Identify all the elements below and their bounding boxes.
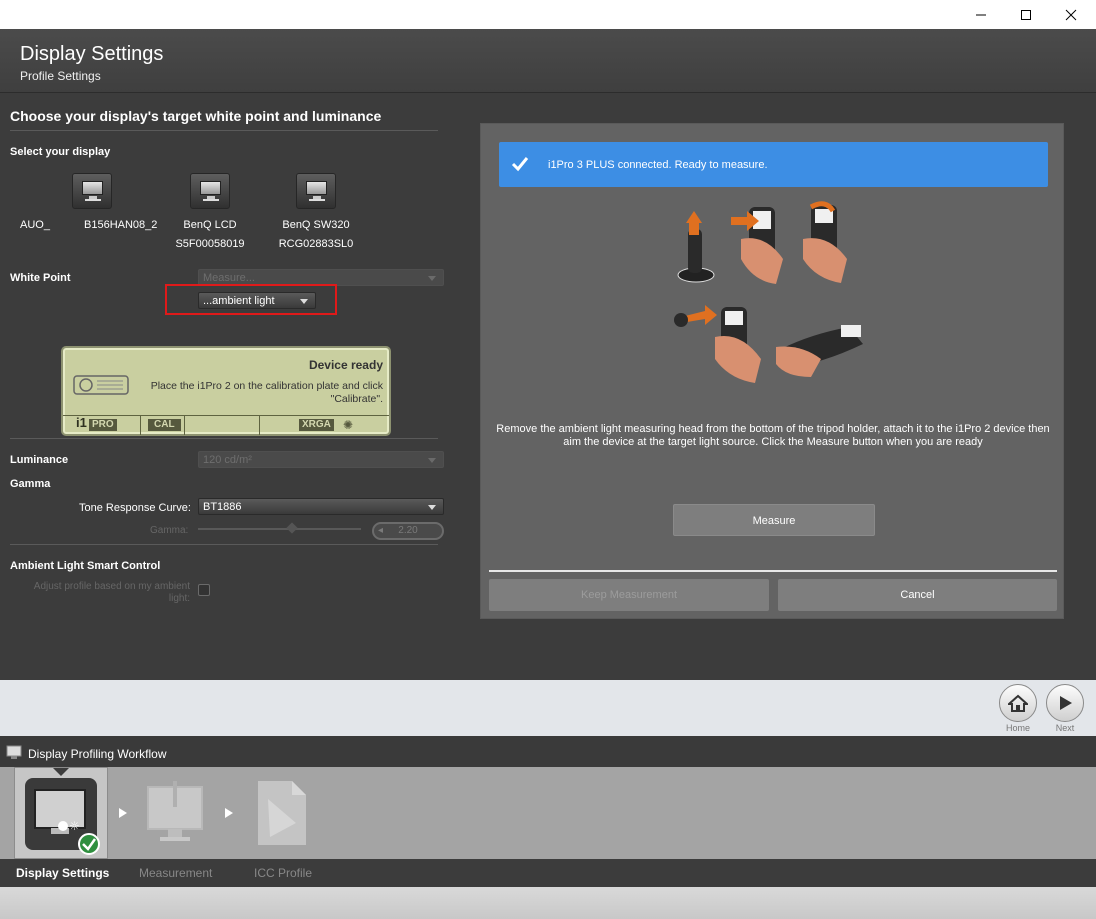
lcd-message: Place the i1Pro 2 on the calibration pla… xyxy=(150,380,383,405)
bulb-icon: ✺ xyxy=(343,418,354,432)
banner-text: i1Pro 3 PLUS connected. Ready to measure… xyxy=(548,159,768,171)
workflow-labels: Display Settings Measurement ICC Profile xyxy=(0,859,1096,887)
display-icon-benq-lcd[interactable] xyxy=(190,173,230,209)
display-label-benq-lcd: BenQ LCD xyxy=(183,219,237,231)
maximize-icon[interactable] xyxy=(1003,0,1048,29)
icc-profile-icon xyxy=(258,781,306,845)
measure-button[interactable]: Measure xyxy=(673,504,875,536)
gamma-value: 2.20 xyxy=(398,525,418,536)
display-label-auo-model: B156HAN08_2 xyxy=(84,219,158,231)
display-serial-benq-lcd: S5F00058019 xyxy=(175,238,245,250)
home-icon xyxy=(1008,694,1028,712)
lcd-pro-segment: PRO xyxy=(89,419,117,431)
projector-icon xyxy=(73,375,129,395)
luminance-select[interactable]: 120 cd/m² xyxy=(198,451,444,468)
status-banner: i1Pro 3 PLUS connected. Ready to measure… xyxy=(499,142,1048,187)
workflow-steps: ☼ xyxy=(0,767,1096,859)
bottom-bar xyxy=(0,887,1096,919)
page-subtitle: Profile Settings xyxy=(20,69,101,83)
display-label-benq-sw320: BenQ SW320 xyxy=(282,219,350,231)
step-icc-profile[interactable] xyxy=(252,779,312,849)
highlight-box xyxy=(165,284,337,315)
next-label: Next xyxy=(1055,723,1075,733)
lcd-xrga-segment: XRGA xyxy=(299,419,334,431)
lcd-title: Device ready xyxy=(308,358,383,372)
alsc-label: Ambient Light Smart Control xyxy=(10,560,161,572)
check-icon xyxy=(511,157,529,172)
white-point-label: White Point xyxy=(10,272,71,284)
settings-column: Choose your display's target white point… xyxy=(0,94,448,680)
step-display-settings[interactable]: ☼ xyxy=(14,767,108,859)
page-header: Display Settings Profile Settings xyxy=(0,29,1096,93)
step-label-icc-profile[interactable]: ICC Profile xyxy=(254,866,312,880)
navigation-bar: Home Next xyxy=(0,680,1096,736)
lcd-cal-segment: CAL xyxy=(148,419,181,431)
monitor-icon xyxy=(6,745,22,759)
divider xyxy=(10,544,438,545)
measurement-panel: i1Pro 3 PLUS connected. Ready to measure… xyxy=(480,123,1064,619)
instruction-line-2: aim the device at the target light sourc… xyxy=(563,436,983,448)
spin-left-icon[interactable]: ◂ xyxy=(378,524,383,538)
luminance-value: 120 cd/m² xyxy=(203,454,252,466)
keep-measurement-button[interactable]: Keep Measurement xyxy=(489,579,769,611)
panel-divider xyxy=(489,570,1057,572)
svg-text:☼: ☼ xyxy=(69,819,80,833)
lcd-status-bar: i1 PRO CAL XRGA ✺ xyxy=(63,415,389,435)
adjust-profile-label: Adjust profile based on my ambient light… xyxy=(33,581,190,604)
arrow-icon xyxy=(225,808,233,818)
workflow-title: Display Profiling Workflow xyxy=(28,747,167,761)
lcd-brand: i1 xyxy=(76,415,87,430)
step-label-display-settings[interactable]: Display Settings xyxy=(16,866,109,880)
gamma-spinner[interactable]: ◂ 2.20 xyxy=(372,522,444,540)
window-titlebar xyxy=(0,0,1096,29)
section-title: Choose your display's target white point… xyxy=(10,108,382,124)
divider xyxy=(10,438,438,439)
display-settings-icon: ☼ xyxy=(34,789,100,855)
trc-value: BT1886 xyxy=(203,501,242,513)
step-label-measurement[interactable]: Measurement xyxy=(139,866,212,880)
home-label: Home xyxy=(1005,723,1030,733)
home-button[interactable] xyxy=(999,684,1037,722)
gamma-sub-label: Gamma: xyxy=(150,525,189,536)
adjust-profile-checkbox[interactable] xyxy=(198,584,210,596)
display-serial-benq-sw320: RCG02883SL0 xyxy=(278,238,354,250)
device-status-lcd: Device ready Place the i1Pro 2 on the ca… xyxy=(61,346,391,436)
next-icon xyxy=(1060,696,1072,710)
trc-select[interactable]: BT1886 xyxy=(198,498,444,515)
close-icon[interactable] xyxy=(1048,0,1093,29)
gamma-slider[interactable] xyxy=(198,522,361,534)
divider xyxy=(10,130,438,131)
instruction-line-1: Remove the ambient light measuring head … xyxy=(496,423,1050,435)
instruction-text: Remove the ambient light measuring head … xyxy=(491,423,1055,449)
workflow-header: Display Profiling Workflow xyxy=(0,736,1096,767)
luminance-label: Luminance xyxy=(10,454,69,466)
minimize-icon[interactable] xyxy=(958,0,1003,29)
instruction-illustration xyxy=(674,201,863,383)
display-icon-benq-sw320[interactable] xyxy=(296,173,336,209)
cancel-button[interactable]: Cancel xyxy=(778,579,1057,611)
display-label-auo: AUO_ xyxy=(20,219,50,231)
gamma-label: Gamma xyxy=(10,478,51,490)
display-icon-auo[interactable] xyxy=(72,173,112,209)
next-button[interactable] xyxy=(1046,684,1084,722)
step-measurement[interactable] xyxy=(140,779,210,849)
white-point-value: Measure... xyxy=(203,272,255,284)
arrow-icon xyxy=(119,808,127,818)
slider-thumb[interactable] xyxy=(286,522,298,534)
select-display-label: Select your display xyxy=(10,146,111,158)
measurement-icon xyxy=(147,781,203,841)
trc-label: Tone Response Curve: xyxy=(79,502,191,514)
page-title: Display Settings xyxy=(20,43,164,65)
